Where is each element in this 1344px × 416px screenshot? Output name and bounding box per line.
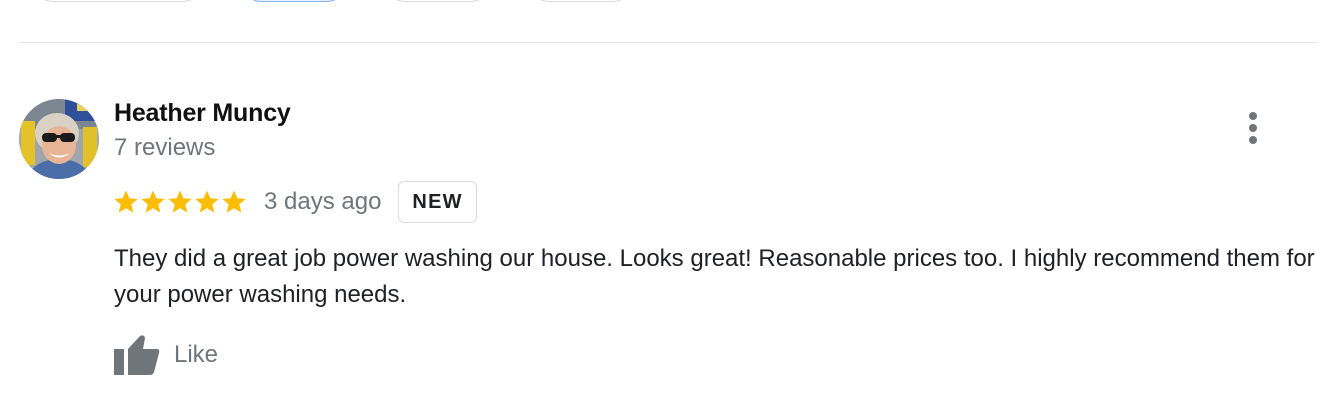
review-date: 3 days ago bbox=[264, 188, 382, 215]
star-icon bbox=[114, 190, 138, 213]
rating-row: 3 days ago NEW bbox=[113, 180, 477, 224]
star-icon bbox=[141, 190, 165, 213]
like-label: Like bbox=[174, 341, 219, 368]
reviewer-avatar[interactable] bbox=[19, 99, 99, 179]
filter-chips bbox=[0, 0, 1344, 4]
divider bbox=[19, 42, 1318, 43]
filter-chip-4[interactable] bbox=[526, 0, 636, 2]
thumbs-up-icon bbox=[114, 335, 160, 375]
review-page: Heather Muncy 7 reviews 3 days ago NEW T… bbox=[0, 0, 1344, 416]
filter-chip-1[interactable] bbox=[30, 0, 206, 2]
more-vertical-icon-dot bbox=[1249, 136, 1257, 144]
star-icon bbox=[195, 190, 219, 213]
more-options-button[interactable] bbox=[1236, 108, 1270, 148]
more-vertical-icon-dot bbox=[1249, 124, 1257, 132]
star-icon bbox=[168, 190, 192, 213]
reviewer-name[interactable]: Heather Muncy bbox=[114, 99, 291, 128]
avatar-photo bbox=[19, 99, 99, 179]
review-text: They did a great job power washing our h… bbox=[114, 245, 1315, 308]
filter-chip-3[interactable] bbox=[382, 0, 494, 2]
reviewer-review-count: 7 reviews bbox=[114, 134, 216, 161]
like-button[interactable]: Like bbox=[113, 334, 218, 376]
star-rating bbox=[113, 189, 247, 215]
filter-chip-2[interactable] bbox=[238, 0, 350, 2]
star-icon bbox=[222, 190, 246, 213]
more-vertical-icon bbox=[1249, 112, 1257, 120]
new-badge: NEW bbox=[398, 181, 477, 223]
